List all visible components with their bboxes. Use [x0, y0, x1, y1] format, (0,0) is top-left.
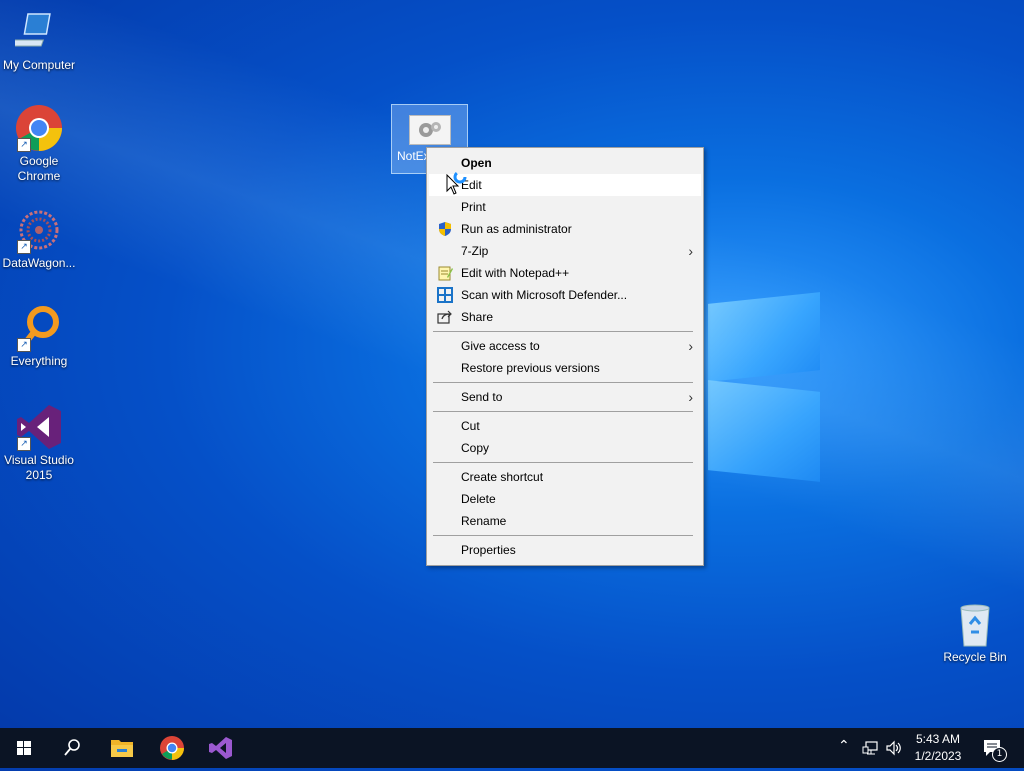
desktop-icon-label: Everything — [10, 354, 68, 368]
menu-separator — [433, 382, 693, 383]
chevron-right-icon: › — [688, 338, 693, 354]
menu-item-label: Properties — [461, 543, 516, 557]
clock-time[interactable]: 5:43 AM — [906, 732, 970, 746]
file-explorer-button[interactable] — [98, 728, 146, 768]
volume-icon[interactable] — [885, 739, 903, 757]
menu-item-label: Give access to — [461, 339, 540, 353]
menu-item-label: Rename — [461, 514, 507, 528]
desktop-icon-my-computer[interactable]: My Computer — [0, 8, 78, 73]
visual-studio-icon: ↗ — [15, 403, 63, 451]
menu-separator — [433, 462, 693, 463]
desktop-icon-label: DataWagon... — [2, 256, 76, 270]
shortcut-arrow-icon: ↗ — [17, 138, 31, 152]
desktop-icon-label: My Computer — [2, 58, 76, 72]
menu-item-edit[interactable]: Edit — [429, 174, 701, 196]
shortcut-arrow-icon: ↗ — [17, 240, 31, 254]
menu-item-restore-previous-versions[interactable]: Restore previous versions — [429, 357, 701, 379]
menu-item-run-as-administrator[interactable]: Run as administrator — [429, 218, 701, 240]
menu-item-create-shortcut[interactable]: Create shortcut — [429, 466, 701, 488]
settings-file-icon — [408, 115, 451, 145]
chevron-right-icon: › — [688, 243, 693, 259]
menu-item-label: Scan with Microsoft Defender... — [461, 288, 628, 302]
menu-item-give-access-to[interactable]: Give access to › — [429, 335, 701, 357]
menu-item-label: Cut — [461, 419, 480, 433]
menu-item-label: Share — [461, 310, 494, 324]
notification-count-badge: 1 — [992, 747, 1007, 762]
menu-item-label: Copy — [461, 441, 490, 455]
clock-date[interactable]: 1/2/2023 — [906, 749, 970, 763]
menu-item-label: Restore previous versions — [461, 361, 600, 375]
menu-item-label: Open — [461, 156, 492, 170]
everything-icon: ↗ — [15, 304, 63, 352]
menu-item-properties[interactable]: Properties — [429, 539, 701, 561]
menu-item-label: Send to — [461, 390, 503, 404]
menu-item-label: Edit with Notepad++ — [461, 266, 570, 280]
desktop-icon-label-line2: Chrome — [17, 169, 61, 183]
network-icon[interactable] — [862, 739, 880, 757]
show-hidden-icons-chevron-icon[interactable]: ⌃ — [838, 738, 854, 758]
menu-item-rename[interactable]: Rename — [429, 510, 701, 532]
menu-item-label: Run as administrator — [461, 222, 572, 236]
share-icon — [437, 309, 453, 325]
desktop-icon-label: Recycle Bin — [943, 650, 1007, 664]
notepad-plus-plus-icon — [437, 265, 453, 281]
uac-shield-icon — [437, 221, 453, 237]
desktop-icon-label-line2: 2015 — [25, 468, 53, 482]
start-icon — [17, 741, 31, 755]
menu-item-delete[interactable]: Delete — [429, 488, 701, 510]
desktop-icon-visual-studio[interactable]: ↗ Visual Studio 2015 — [0, 403, 78, 483]
menu-item-copy[interactable]: Copy — [429, 437, 701, 459]
menu-item-label: Create shortcut — [461, 470, 544, 484]
menu-item-label: 7-Zip — [461, 244, 489, 258]
menu-item-open[interactable]: Open — [429, 152, 701, 174]
taskbar: ⌃ 5:43 AM 1/2/2023 1 — [0, 728, 1024, 768]
start-button[interactable] — [0, 728, 48, 768]
menu-item-print[interactable]: Print — [429, 196, 701, 218]
computer-icon — [10, 8, 63, 56]
shortcut-arrow-icon: ↗ — [17, 437, 31, 451]
recycle-bin-icon — [951, 600, 999, 648]
action-center-button[interactable]: 1 — [982, 738, 1007, 762]
menu-item-edit-with-notepad-plus-plus[interactable]: Edit with Notepad++ — [429, 262, 701, 284]
menu-item-7zip[interactable]: 7-Zip › — [429, 240, 701, 262]
menu-separator — [433, 411, 693, 412]
menu-item-cut[interactable]: Cut — [429, 415, 701, 437]
chrome-icon — [160, 736, 184, 760]
file-explorer-icon — [111, 740, 133, 757]
chrome-icon: ↗ — [15, 104, 63, 152]
menu-separator — [433, 535, 693, 536]
desktop-icon-google-chrome[interactable]: ↗ Google Chrome — [0, 104, 78, 184]
desktop-icon-label-line1: Google — [19, 154, 59, 168]
menu-separator — [433, 331, 693, 332]
search-icon — [64, 739, 80, 756]
defender-icon — [437, 287, 453, 303]
menu-item-send-to[interactable]: Send to › — [429, 386, 701, 408]
desktop-icon-datawagon[interactable]: ↗ DataWagon... — [0, 206, 78, 271]
busy-spinner-icon — [453, 170, 467, 184]
desktop-icon-everything[interactable]: ↗ Everything — [0, 304, 78, 369]
menu-item-label: Print — [461, 200, 486, 214]
desktop-icon-label-line1: Visual Studio — [4, 453, 74, 467]
menu-item-scan-with-defender[interactable]: Scan with Microsoft Defender... — [429, 284, 701, 306]
menu-item-label: Delete — [461, 492, 496, 506]
visual-studio-taskbar-button[interactable] — [196, 728, 244, 768]
search-button[interactable] — [48, 728, 96, 768]
visual-studio-icon — [209, 737, 232, 759]
datawagon-icon: ↗ — [15, 206, 63, 254]
menu-item-share[interactable]: Share — [429, 306, 701, 328]
chrome-taskbar-button[interactable] — [148, 728, 196, 768]
desktop-icon-recycle-bin[interactable]: Recycle Bin — [938, 600, 1012, 665]
chevron-right-icon: › — [688, 389, 693, 405]
context-menu: Open Edit Print Run as administrator 7-Z… — [426, 147, 704, 566]
shortcut-arrow-icon: ↗ — [17, 338, 31, 352]
